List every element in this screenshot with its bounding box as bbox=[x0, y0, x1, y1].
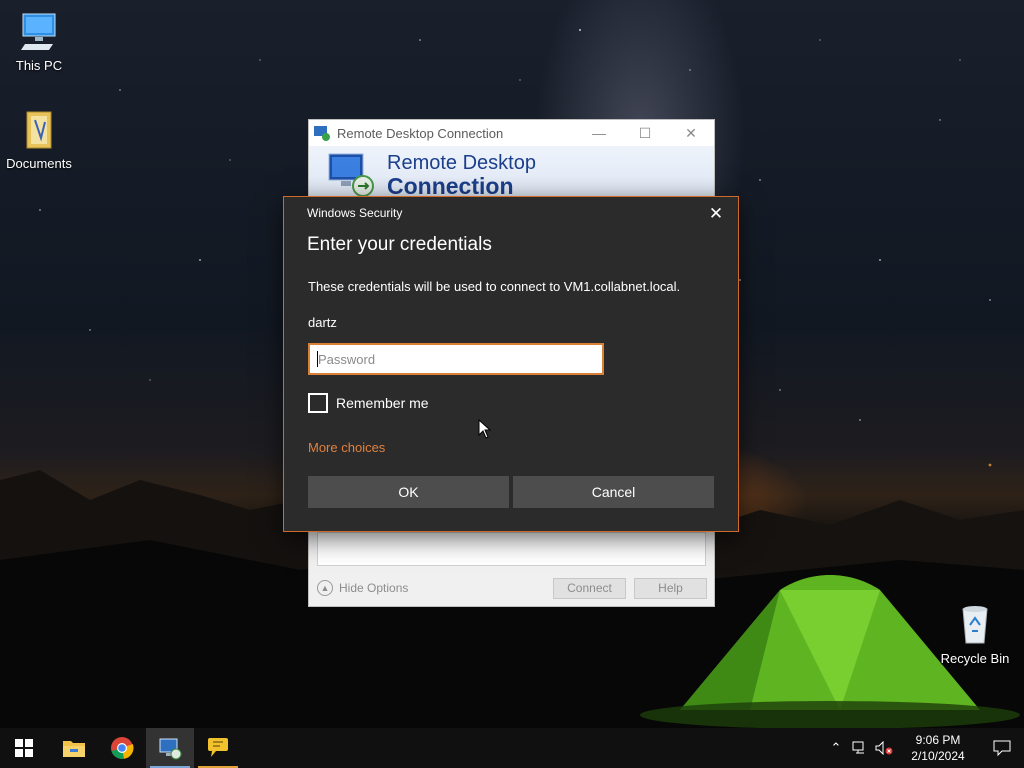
start-button[interactable] bbox=[0, 728, 48, 768]
desktop-icon-this-pc[interactable]: This PC bbox=[0, 10, 79, 73]
remember-me-checkbox[interactable] bbox=[308, 393, 328, 413]
chevron-up-icon[interactable]: ⌃ bbox=[824, 728, 848, 768]
clock-time: 9:06 PM bbox=[915, 733, 961, 747]
system-tray: ⌃ 9:06 PM 2/10/2024 bbox=[824, 728, 1024, 768]
hide-options-label: Hide Options bbox=[339, 581, 409, 595]
maximize-icon[interactable]: ☐ bbox=[622, 125, 668, 142]
dialog-heading: Enter your credentials bbox=[307, 234, 492, 255]
chevron-up-icon: ▲ bbox=[317, 580, 333, 596]
clock-date: 2/10/2024 bbox=[911, 749, 965, 763]
folder-icon bbox=[17, 108, 61, 152]
taskbar-clock[interactable]: 9:06 PM 2/10/2024 bbox=[900, 732, 976, 764]
taskbar-chrome[interactable] bbox=[98, 728, 146, 768]
rdc-titlebar[interactable]: Remote Desktop Connection — ☐ ✕ bbox=[309, 120, 714, 146]
dialog-caption: Windows Security bbox=[307, 206, 403, 220]
windows-security-dialog: Windows Security ✕ Enter your credential… bbox=[283, 196, 739, 532]
desktop-icon-label: Documents bbox=[6, 156, 72, 171]
remember-me-option[interactable]: Remember me bbox=[308, 393, 429, 413]
connect-button[interactable]: Connect bbox=[553, 577, 626, 599]
taskbar: ⌃ 9:06 PM 2/10/2024 bbox=[0, 728, 1024, 768]
dialog-description: These credentials will be used to connec… bbox=[308, 279, 681, 294]
rdc-logo-icon bbox=[325, 152, 377, 198]
text-caret bbox=[317, 351, 318, 367]
close-icon[interactable]: ✕ bbox=[704, 203, 728, 225]
notification-icon[interactable] bbox=[980, 728, 1024, 768]
chrome-icon bbox=[111, 737, 134, 759]
close-icon[interactable]: ✕ bbox=[668, 125, 714, 142]
network-icon[interactable] bbox=[848, 728, 872, 768]
rdc-footer: ▲ Hide Options Connect Help bbox=[317, 576, 707, 600]
remote-desktop-icon bbox=[159, 738, 182, 760]
rdc-banner-line1: Remote Desktop bbox=[387, 152, 536, 174]
more-choices-link[interactable]: More choices bbox=[308, 440, 385, 455]
username-label: dartz bbox=[308, 315, 337, 330]
taskbar-file-explorer[interactable] bbox=[50, 728, 98, 768]
volume-muted-icon[interactable] bbox=[872, 728, 896, 768]
desktop-icon-recycle-bin[interactable]: Recycle Bin bbox=[935, 603, 1015, 666]
rdc-title: Remote Desktop Connection bbox=[337, 125, 504, 141]
desktop-icon-label: This PC bbox=[15, 58, 63, 73]
desktop-icon-documents[interactable]: Documents bbox=[0, 108, 79, 171]
minimize-icon[interactable]: — bbox=[576, 125, 622, 142]
remember-me-label: Remember me bbox=[336, 395, 429, 411]
taskbar-chat[interactable] bbox=[194, 728, 242, 768]
folder-icon bbox=[63, 741, 85, 757]
cancel-button[interactable]: Cancel bbox=[513, 476, 714, 508]
taskbar-remote-desktop[interactable] bbox=[146, 728, 194, 768]
help-button[interactable]: Help bbox=[634, 577, 707, 599]
rdc-options-panel bbox=[317, 532, 706, 566]
remote-desktop-icon bbox=[313, 124, 331, 142]
chat-icon bbox=[208, 738, 228, 757]
ok-button[interactable]: OK bbox=[308, 476, 509, 508]
rdc-banner-line2: Connection bbox=[387, 173, 514, 199]
hide-options-toggle[interactable]: ▲ Hide Options bbox=[317, 580, 408, 596]
desktop-icon-label: Recycle Bin bbox=[940, 651, 1010, 666]
windows-logo-icon bbox=[15, 739, 33, 757]
computer-icon bbox=[17, 10, 61, 54]
mouse-cursor-icon bbox=[478, 419, 492, 439]
recycle-bin-icon bbox=[953, 603, 997, 647]
password-input[interactable] bbox=[308, 343, 604, 375]
rdc-banner: Remote Desktop Connection bbox=[309, 146, 714, 200]
